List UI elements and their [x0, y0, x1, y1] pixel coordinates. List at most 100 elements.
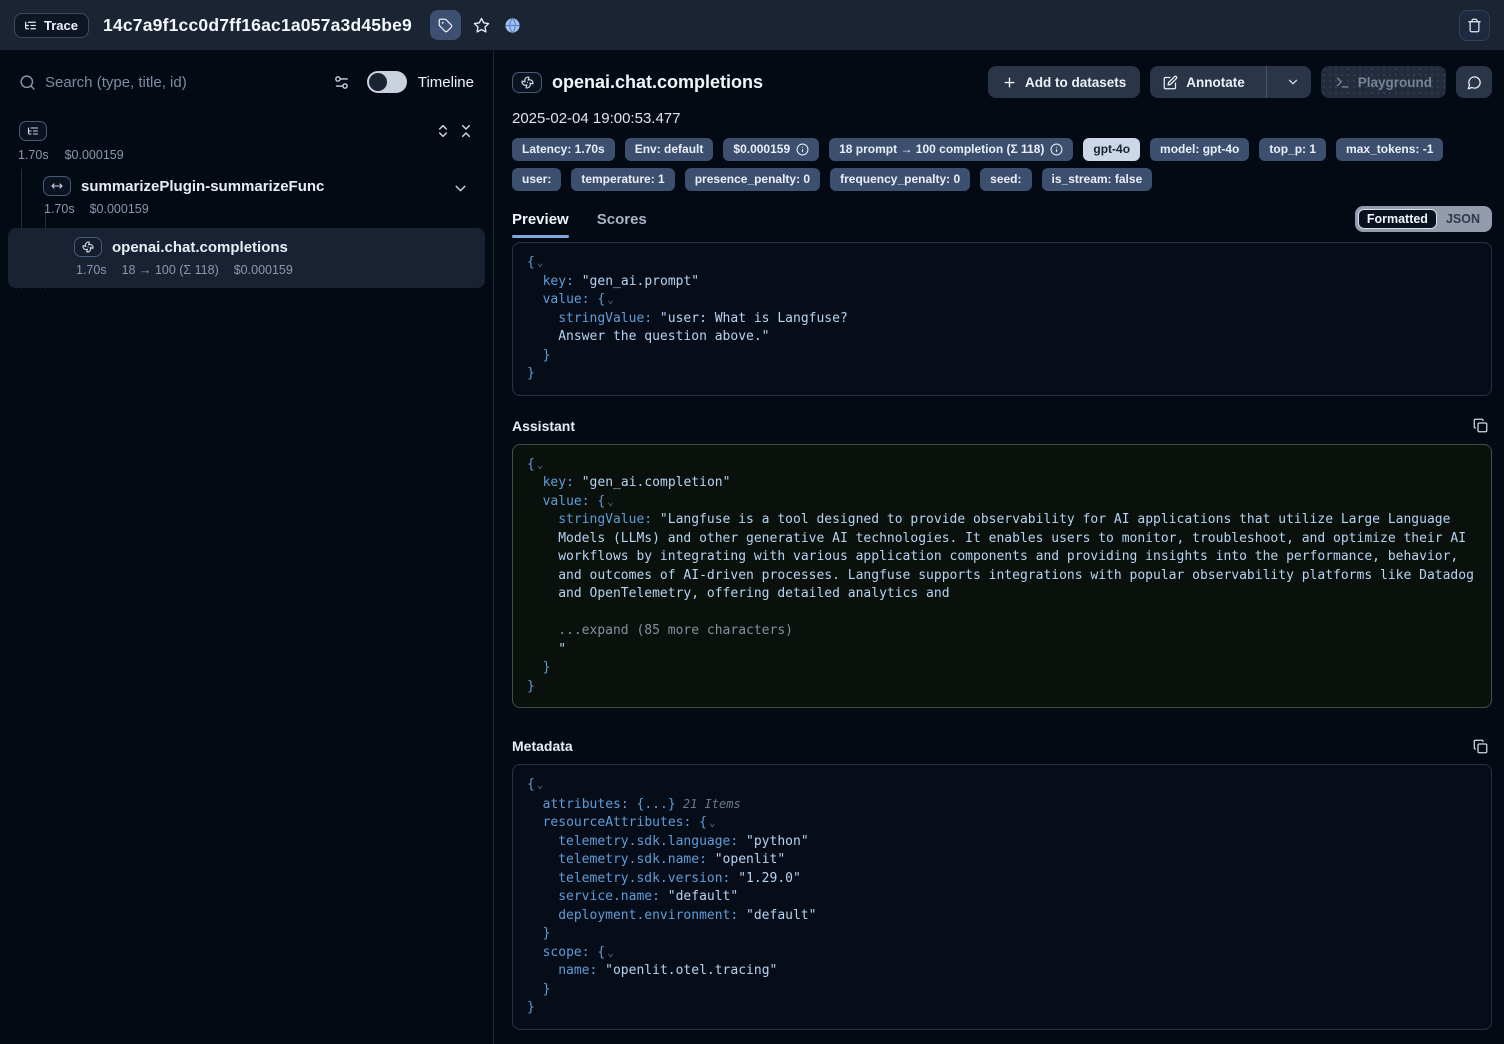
code-token: {	[527, 457, 535, 472]
playground-button[interactable]: Playground	[1321, 66, 1446, 98]
code-token: stringValue:	[558, 311, 652, 326]
code-token: {	[597, 945, 605, 960]
bookmark-star-button[interactable]	[471, 15, 492, 36]
timeline-toggle[interactable]	[367, 71, 407, 93]
metadata-section-label: Metadata	[512, 738, 573, 754]
code-line: telemetry.sdk.name: "openlit"	[527, 851, 1477, 870]
code-token: "gen_ai.prompt"	[574, 274, 699, 289]
span-label: summarizePlugin-summarizeFunc	[81, 178, 324, 195]
param-badge[interactable]: max_tokens: -1	[1336, 138, 1443, 161]
badge-label: model: gpt-4o	[1160, 142, 1239, 157]
param-badge[interactable]: presence_penalty: 0	[685, 168, 820, 191]
code-token: }	[527, 366, 535, 381]
code-line: {⌄	[527, 456, 1477, 475]
generation-tokens: 18 → 100 (Σ 118)	[122, 263, 219, 277]
search-settings-icon[interactable]	[333, 74, 350, 91]
param-badge[interactable]: temperature: 1	[571, 168, 674, 191]
tags-button[interactable]	[430, 10, 461, 40]
param-badge[interactable]: frequency_penalty: 0	[830, 168, 970, 191]
copy-icon[interactable]	[1473, 739, 1488, 754]
param-badge[interactable]: gpt-4o	[1083, 138, 1140, 161]
code-line: }	[527, 659, 1477, 678]
code-token: name:	[558, 963, 597, 978]
generation-cost: $0.000159	[234, 263, 293, 277]
code-line: value: {⌄	[527, 493, 1477, 512]
param-badge[interactable]: Env: default	[625, 138, 714, 161]
trace-type-label: Trace	[44, 18, 78, 33]
code-line: attributes: {...} 21 Items	[527, 795, 1477, 815]
active-tab-underline	[512, 235, 569, 238]
param-badge[interactable]: 18 prompt → 100 completion (Σ 118)	[829, 138, 1073, 161]
format-formatted-option[interactable]: Formatted	[1358, 209, 1437, 229]
chevron-down-icon[interactable]	[452, 180, 469, 197]
public-globe-button[interactable]	[502, 15, 523, 36]
code-token: "user: What is Langfuse?	[652, 311, 848, 326]
param-badge[interactable]: top_p: 1	[1259, 138, 1326, 161]
tab-scores-label: Scores	[597, 211, 647, 228]
span-type-badge	[43, 176, 71, 196]
param-badge[interactable]: $0.000159	[723, 138, 819, 161]
generation-fan-icon	[82, 241, 94, 253]
annotate-dropdown-button[interactable]	[1275, 66, 1311, 98]
timestamp: 2025-02-04 19:00:53.477	[512, 110, 1492, 127]
star-icon	[473, 17, 490, 34]
code-line: key: "gen_ai.completion"	[527, 474, 1477, 493]
badges-row-2: user: temperature: 1 presence_penalty: 0 fr…	[512, 168, 1492, 191]
collapse-chevron-icon: ⌄	[607, 293, 614, 306]
trace-root-badge	[19, 121, 47, 141]
tab-scores[interactable]: Scores	[597, 211, 647, 238]
code-token: "gen_ai.completion"	[574, 475, 731, 490]
code-line: "	[527, 641, 1477, 660]
tree-item-generation[interactable]: openai.chat.completions 1.70s 18 → 100 (…	[8, 228, 485, 288]
code-token: telemetry.sdk.version:	[558, 871, 730, 886]
code-token: resourceAttributes:	[543, 815, 692, 830]
param-badge[interactable]: seed:	[980, 168, 1031, 191]
annotate-button-group: Annotate	[1150, 66, 1311, 98]
list-tree-icon	[24, 19, 37, 32]
expand-text-link[interactable]: ...expand (85 more characters)	[527, 622, 1477, 641]
prompt-json-block: {⌄key: "gen_ai.prompt"value: {⌄stringVal…	[512, 242, 1492, 396]
badge-label: temperature: 1	[581, 172, 664, 187]
root-metrics: 1.70s $0.000159	[18, 148, 479, 162]
span-duration: 1.70s	[44, 202, 75, 216]
format-json-option[interactable]: JSON	[1437, 210, 1489, 228]
code-token: value:	[543, 292, 590, 307]
param-badge[interactable]: model: gpt-4o	[1150, 138, 1249, 161]
comment-bubble-icon	[1467, 75, 1482, 90]
code-line: name: "openlit.otel.tracing"	[527, 962, 1477, 981]
code-token	[691, 815, 699, 830]
search-row: Timeline	[14, 70, 479, 94]
param-badge[interactable]: Latency: 1.70s	[512, 138, 615, 161]
code-token: "openlit"	[707, 852, 785, 867]
expand-all-icon[interactable]	[435, 123, 451, 139]
copy-icon[interactable]	[1473, 418, 1488, 433]
tree-root-row[interactable]	[14, 121, 479, 141]
comment-button[interactable]	[1456, 66, 1492, 98]
annotate-button[interactable]: Annotate	[1150, 66, 1258, 98]
delete-trace-button[interactable]	[1459, 10, 1490, 41]
globe-icon	[504, 17, 521, 34]
param-badge[interactable]: user:	[512, 168, 561, 191]
badge-label: gpt-4o	[1093, 142, 1130, 157]
trace-type-badge[interactable]: Trace	[14, 13, 89, 38]
badge-label: is_stream: false	[1052, 172, 1143, 187]
code-token: attributes:	[543, 797, 629, 812]
code-token: key:	[543, 274, 574, 289]
code-token: {	[527, 255, 535, 270]
collapse-chevron-icon: ⌄	[709, 816, 716, 829]
tab-preview[interactable]: Preview	[512, 211, 569, 238]
code-token: }	[543, 348, 551, 363]
tree-item-span[interactable]: summarizePlugin-summarizeFunc 1.70s $0.0…	[14, 176, 479, 216]
search-input[interactable]	[45, 74, 324, 91]
param-badge[interactable]: is_stream: false	[1042, 168, 1153, 191]
badge-label: frequency_penalty: 0	[840, 172, 960, 187]
observation-title: openai.chat.completions	[552, 72, 763, 93]
badge-label: 18 prompt → 100 completion (Σ 118)	[839, 142, 1044, 157]
code-line: stringValue: "Langfuse is a tool designe…	[527, 511, 1477, 604]
code-token: "default"	[660, 889, 738, 904]
add-to-datasets-button[interactable]: Add to datasets	[988, 66, 1140, 98]
generation-label: openai.chat.completions	[112, 239, 288, 256]
root-duration: 1.70s	[18, 148, 49, 162]
collapse-all-icon[interactable]	[458, 123, 474, 139]
code-token: }	[527, 1000, 535, 1015]
